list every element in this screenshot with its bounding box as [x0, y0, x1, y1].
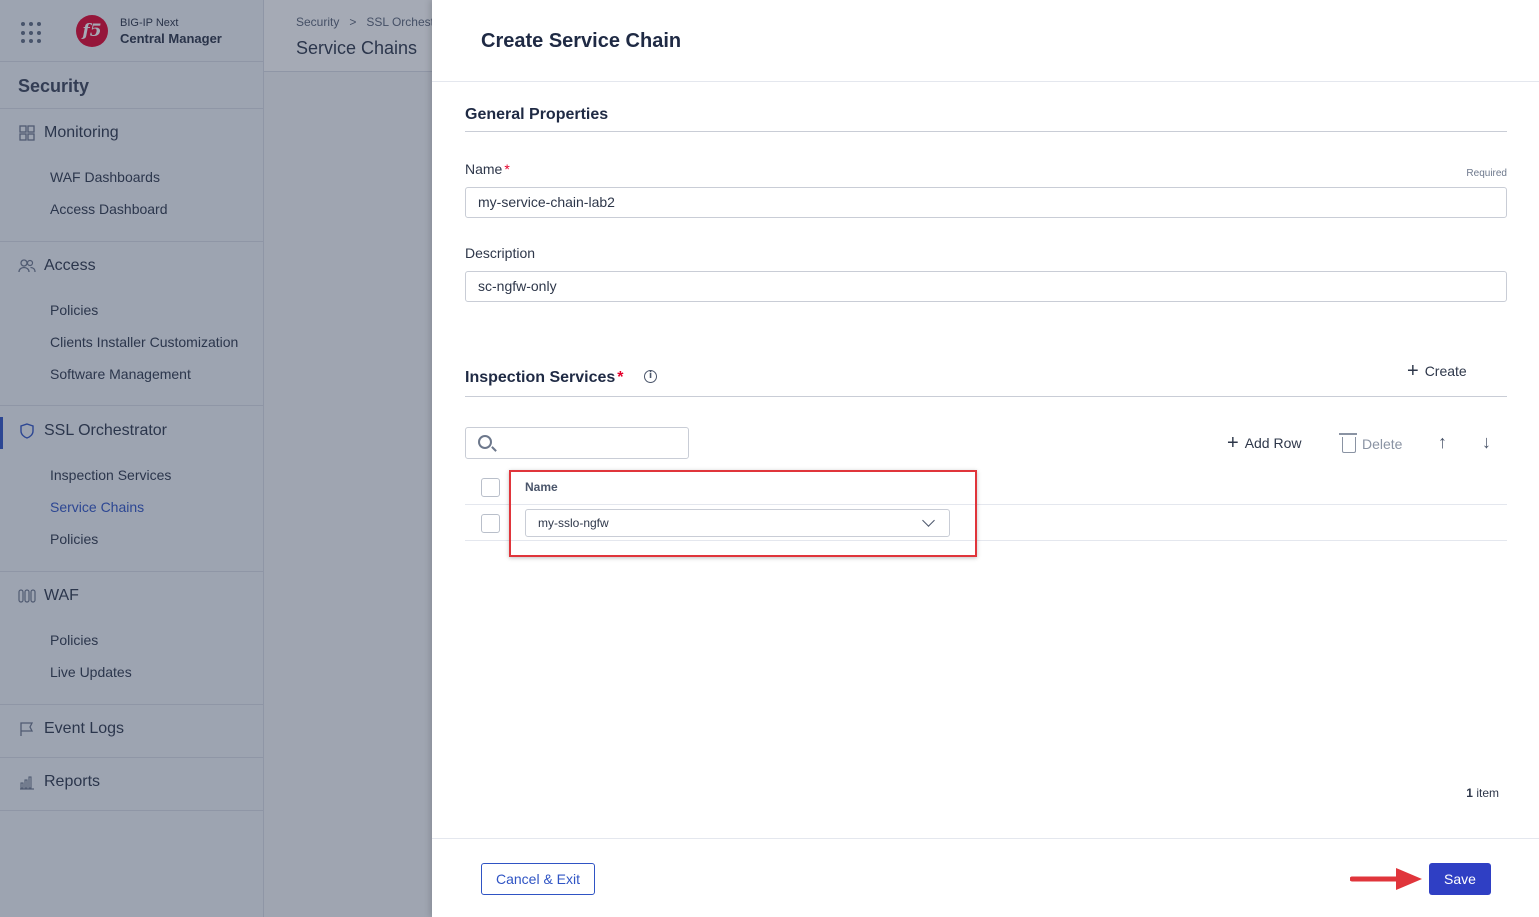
general-properties-heading: General Properties	[465, 106, 609, 123]
description-input[interactable]: sc-ngfw-only	[465, 271, 1507, 302]
drawer-title: Create Service Chain	[481, 30, 682, 52]
plus-icon: +	[1227, 432, 1239, 454]
move-up-icon[interactable]: ↑	[1438, 432, 1447, 453]
annotation-arrow-icon	[1350, 868, 1422, 890]
divider	[465, 396, 1507, 397]
annotation-highlight-box	[509, 470, 977, 557]
description-label: Description	[465, 245, 536, 261]
row-checkbox[interactable]	[481, 514, 500, 533]
trash-icon	[1339, 433, 1357, 453]
save-button[interactable]: Save	[1429, 863, 1491, 895]
name-label-text: Name	[465, 161, 503, 177]
cancel-exit-button[interactable]: Cancel & Exit	[481, 863, 595, 895]
move-down-icon[interactable]: ↓	[1482, 432, 1491, 453]
info-icon[interactable]: i	[644, 370, 657, 383]
add-row-button[interactable]: + Add Row	[1227, 432, 1302, 454]
drawer-footer: Cancel & Exit Save	[432, 838, 1539, 917]
create-inspection-service-button[interactable]: + Create	[1407, 360, 1467, 382]
divider	[465, 131, 1507, 132]
drawer-header: Create Service Chain	[432, 0, 1539, 82]
item-count: 1 item	[1466, 786, 1499, 800]
required-marker: *	[504, 161, 510, 177]
search-icon	[478, 435, 492, 449]
required-hint: Required	[1466, 168, 1507, 179]
name-label: Name *	[465, 161, 510, 177]
required-marker: *	[617, 369, 624, 386]
search-input[interactable]	[465, 427, 689, 459]
select-all-checkbox[interactable]	[481, 478, 500, 497]
item-count-label: item	[1476, 786, 1499, 800]
add-row-label: Add Row	[1244, 435, 1302, 451]
plus-icon: +	[1407, 360, 1419, 382]
create-service-chain-drawer: Create Service Chain General Properties …	[432, 0, 1539, 917]
delete-button[interactable]: Delete	[1339, 433, 1403, 453]
create-label: Create	[1424, 363, 1467, 379]
inspection-services-heading: Inspection Services *	[465, 369, 624, 387]
item-count-number: 1	[1466, 786, 1473, 800]
delete-label: Delete	[1362, 435, 1403, 452]
inspection-services-heading-text: Inspection Services	[465, 369, 616, 386]
name-input[interactable]: my-service-chain-lab2	[465, 187, 1507, 218]
